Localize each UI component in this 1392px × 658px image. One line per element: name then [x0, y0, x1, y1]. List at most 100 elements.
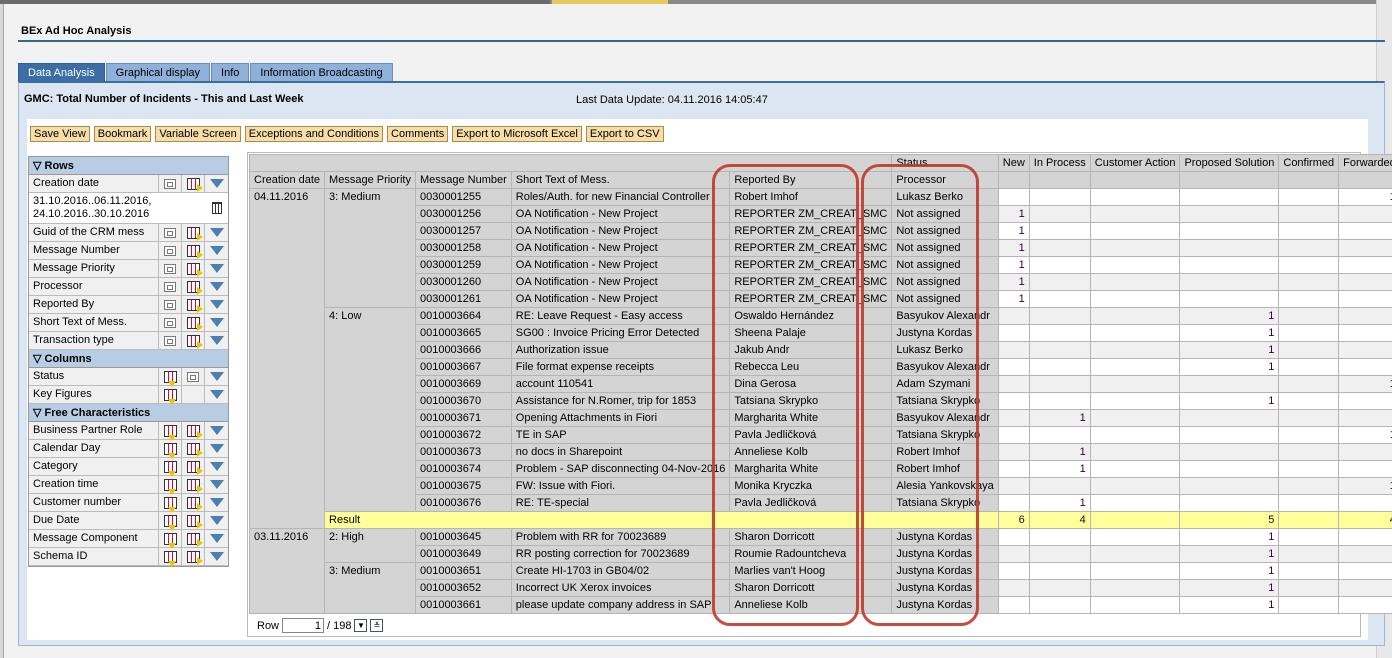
swap-icon[interactable] — [182, 548, 205, 565]
collapse-triangle-icon[interactable]: ▽ — [33, 353, 45, 365]
variable-screen-button[interactable]: Variable Screen — [155, 126, 241, 142]
nav-item-label[interactable]: Message Priority — [29, 260, 159, 277]
filter-icon[interactable] — [205, 368, 228, 385]
value-cell-proposed-solution: 1 — [1179, 307, 1280, 325]
nav-item-label[interactable]: Processor — [29, 278, 159, 295]
filter-icon[interactable] — [205, 530, 228, 547]
free-characteristics-section[interactable]: ▽ Free Characteristics — [29, 404, 228, 422]
filter-icon[interactable] — [205, 296, 228, 313]
none-icon[interactable] — [182, 386, 205, 403]
filter-icon[interactable] — [205, 458, 228, 475]
filter-icon[interactable] — [205, 260, 228, 277]
tab-data-analysis[interactable]: Data Analysis — [18, 63, 105, 82]
down-icon[interactable] — [159, 512, 182, 531]
nav-item-label[interactable]: Guid of the CRM mess — [29, 224, 159, 241]
filter-icon[interactable] — [205, 278, 228, 295]
swap-icon[interactable] — [182, 175, 205, 192]
tab-information-broadcasting[interactable]: Information Broadcasting — [250, 63, 393, 82]
columns-section[interactable]: ▽ Columns — [29, 350, 228, 368]
value-cell-confirmed — [1278, 256, 1340, 274]
filter-icon[interactable] — [205, 175, 228, 192]
box-icon[interactable] — [159, 175, 182, 192]
swap-icon[interactable] — [182, 512, 205, 529]
swap-icon[interactable] — [182, 260, 205, 277]
filter-icon[interactable] — [205, 440, 228, 457]
box-icon[interactable] — [159, 242, 182, 259]
value-cell-customer-action — [1089, 528, 1181, 546]
value-cell-forwarded — [1338, 545, 1392, 563]
box-icon[interactable] — [159, 224, 182, 241]
nav-item-label[interactable]: Calendar Day — [29, 440, 159, 457]
nav-item-label[interactable]: Due Date — [29, 512, 159, 529]
box-icon[interactable] — [159, 260, 182, 277]
comments-button[interactable]: Comments — [387, 126, 449, 142]
tab-info[interactable]: Info — [211, 63, 250, 82]
box-icon[interactable] — [159, 278, 182, 295]
nav-item-label[interactable]: Creation date — [29, 175, 159, 192]
tab-graphical-display[interactable]: Graphical display — [105, 63, 211, 82]
nav-item-label[interactable]: Business Partner Role — [29, 422, 159, 439]
swap-icon[interactable] — [182, 530, 205, 547]
rows-section[interactable]: ▽ Rows — [29, 157, 228, 175]
swap-icon[interactable] — [182, 494, 205, 511]
swap-icon[interactable] — [182, 476, 205, 493]
swap-icon[interactable] — [182, 440, 205, 457]
down-icon[interactable] — [159, 530, 182, 549]
filter-icon[interactable] — [205, 548, 228, 565]
down-icon[interactable] — [159, 422, 182, 441]
filter-icon[interactable] — [205, 476, 228, 493]
box-icon[interactable] — [182, 368, 205, 385]
value-cell-in-process — [1028, 324, 1091, 342]
value-cell-proposed-solution — [1179, 205, 1280, 223]
box-icon[interactable] — [159, 296, 182, 313]
collapse-triangle-icon[interactable]: ▽ — [33, 407, 45, 419]
trash-icon[interactable] — [205, 193, 228, 223]
nav-item-label[interactable]: Customer number — [29, 494, 159, 511]
swap-icon[interactable] — [182, 332, 205, 349]
down-icon[interactable] — [159, 476, 182, 495]
swap-icon[interactable] — [182, 224, 205, 241]
swap-icon[interactable] — [182, 458, 205, 475]
nav-item-label[interactable]: Message Number — [29, 242, 159, 259]
scroll-last-icon[interactable]: ≚ — [370, 619, 384, 632]
swap-icon[interactable] — [182, 296, 205, 313]
nav-item-label[interactable]: Key Figures — [29, 386, 159, 403]
filter-icon[interactable] — [205, 494, 228, 511]
filter-icon[interactable] — [205, 242, 228, 259]
save-view-button[interactable]: Save View — [30, 126, 90, 142]
down-icon[interactable] — [159, 368, 182, 387]
down-icon[interactable] — [159, 548, 182, 567]
exceptions-conditions-button[interactable]: Exceptions and Conditions — [244, 126, 384, 142]
filter-icon[interactable] — [205, 422, 228, 439]
nav-item-label[interactable]: Message Component — [29, 530, 159, 547]
down-icon[interactable] — [159, 458, 182, 477]
nav-item-label[interactable]: Reported By — [29, 296, 159, 313]
swap-icon[interactable] — [182, 278, 205, 295]
filter-icon[interactable] — [205, 224, 228, 241]
nav-item-label[interactable]: Transaction type — [29, 332, 159, 349]
nav-item-label[interactable]: Status — [29, 368, 159, 385]
export-csv-button[interactable]: Export to CSV — [585, 126, 664, 142]
bookmark-button[interactable]: Bookmark — [93, 126, 152, 142]
export-excel-button[interactable]: Export to Microsoft Excel — [452, 126, 582, 142]
filter-icon[interactable] — [205, 332, 228, 349]
nav-item-label[interactable]: Creation time — [29, 476, 159, 493]
box-icon[interactable] — [159, 314, 182, 331]
down-icon[interactable] — [159, 440, 182, 459]
swap-icon[interactable] — [182, 422, 205, 439]
priority-cell: 4: Low — [324, 307, 416, 512]
filter-icon[interactable] — [205, 386, 228, 403]
nav-item-label[interactable]: Short Text of Mess. — [29, 314, 159, 331]
filter-icon[interactable] — [205, 512, 228, 529]
nav-item-label[interactable]: Schema ID — [29, 548, 159, 565]
scroll-down-icon[interactable]: ▼ — [354, 619, 368, 632]
swap-icon[interactable] — [182, 242, 205, 259]
row-input[interactable] — [282, 618, 325, 633]
nav-item-label[interactable]: Category — [29, 458, 159, 475]
down-icon[interactable] — [159, 386, 182, 405]
filter-icon[interactable] — [205, 314, 228, 331]
down-icon[interactable] — [159, 494, 182, 513]
swap-icon[interactable] — [182, 314, 205, 331]
box-icon[interactable] — [159, 332, 182, 349]
collapse-triangle-icon[interactable]: ▽ — [33, 160, 45, 172]
